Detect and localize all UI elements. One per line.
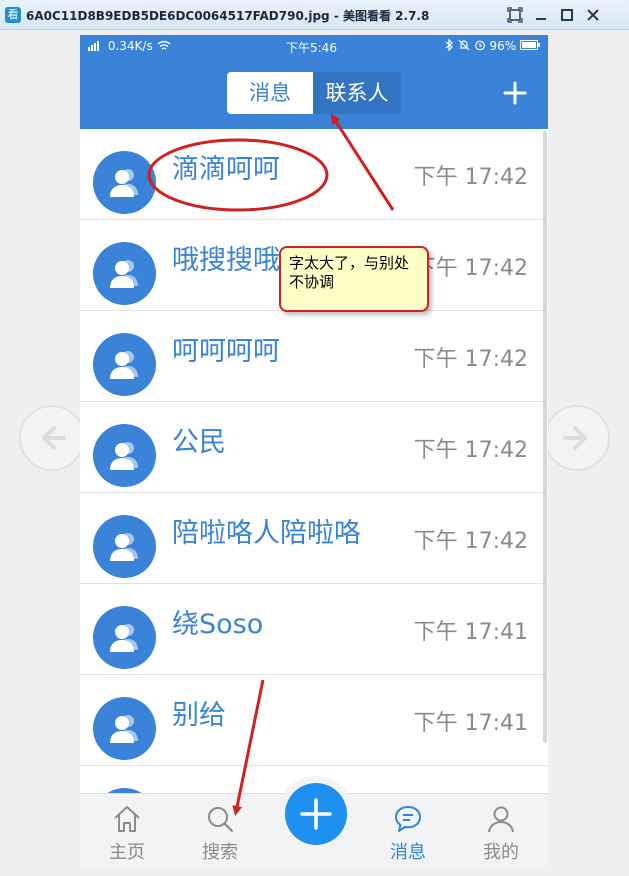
tab-messages-bottom[interactable]: 消息 bbox=[373, 794, 443, 867]
profile-icon bbox=[488, 806, 514, 833]
user-avatar-icon bbox=[110, 260, 138, 288]
home-icon bbox=[114, 806, 140, 832]
message-icon bbox=[395, 806, 421, 832]
tab-messages[interactable]: 消息 bbox=[227, 72, 313, 114]
avatar bbox=[93, 242, 156, 305]
next-image-button[interactable] bbox=[544, 405, 610, 471]
conversation-row[interactable]: 滴滴呵呵 下午 17:42 bbox=[80, 129, 548, 220]
message-time: 下午 17:42 bbox=[413, 256, 528, 281]
user-avatar-icon bbox=[110, 533, 138, 561]
network-speed: 0.34K/s bbox=[107, 39, 153, 53]
user-avatar-icon bbox=[110, 351, 138, 379]
mute-bell-icon bbox=[458, 39, 470, 51]
contact-name: 别给 bbox=[172, 700, 226, 731]
status-time: 下午5:46 bbox=[286, 41, 337, 55]
avatar bbox=[93, 333, 156, 396]
conversation-row[interactable]: 公民 下午 17:42 bbox=[80, 402, 548, 493]
tab-profile[interactable]: 我的 bbox=[466, 794, 536, 867]
message-time: 下午 17:41 bbox=[413, 620, 528, 645]
battery-icon bbox=[520, 40, 540, 50]
battery-percent: 96% bbox=[489, 39, 517, 53]
tab-home[interactable]: 主页 bbox=[92, 794, 162, 867]
contact-name: 陪啦咯人陪啦咯 bbox=[172, 518, 361, 549]
arrow-right-icon bbox=[563, 426, 587, 450]
message-time: 下午 17:42 bbox=[413, 347, 528, 372]
contact-name: 公民 bbox=[172, 427, 226, 458]
maximize-icon bbox=[561, 9, 573, 21]
conversation-list: 滴滴呵呵 下午 17:42 哦搜搜哦 下午 17:42 呵呵呵呵 下午 17:4… bbox=[80, 129, 548, 793]
window-title: 6A0C11D8B9EDB5DE6DC0064517FAD790.jpg - 美… bbox=[26, 9, 430, 23]
avatar bbox=[93, 151, 156, 214]
conversation-row[interactable]: 绕Soso 下午 17:41 bbox=[80, 584, 548, 675]
tab-search[interactable]: 搜索 bbox=[185, 794, 255, 867]
close-button[interactable] bbox=[584, 6, 602, 24]
app-header: 消息 联系人 bbox=[80, 59, 548, 129]
maximize-button[interactable] bbox=[558, 6, 576, 24]
avatar bbox=[93, 606, 156, 669]
arrow-left-icon bbox=[42, 426, 66, 450]
avatar bbox=[93, 515, 156, 578]
center-add-button[interactable] bbox=[285, 783, 347, 845]
add-button[interactable] bbox=[500, 78, 530, 108]
minimize-icon bbox=[536, 18, 546, 20]
message-time: 下午 17:41 bbox=[413, 711, 528, 736]
fit-screen-icon bbox=[507, 7, 523, 23]
contact-name: 呵呵呵呵 bbox=[172, 336, 280, 367]
bluetooth-icon bbox=[445, 38, 453, 52]
tab-search-label: 搜索 bbox=[202, 842, 238, 863]
signal-icon bbox=[88, 41, 99, 51]
scrollbar[interactable] bbox=[543, 131, 547, 743]
contact-name: 滴滴呵呵 bbox=[172, 154, 280, 185]
status-bar: 0.34K/s 下午5:46 96% bbox=[80, 35, 548, 59]
status-right: 96% bbox=[445, 38, 540, 53]
avatar bbox=[93, 424, 156, 487]
tab-contacts[interactable]: 联系人 bbox=[313, 72, 401, 114]
search-icon bbox=[208, 807, 234, 833]
contact-name: 绕Soso bbox=[172, 609, 264, 640]
message-time: 下午 17:42 bbox=[413, 529, 528, 554]
previous-image-button[interactable] bbox=[19, 405, 85, 471]
conversation-row[interactable]: 陪啦咯人陪啦咯 下午 17:42 bbox=[80, 493, 548, 584]
phone-screenshot: 0.34K/s 下午5:46 96% 消息 联系人 滴滴呵呵 下午 17:42 … bbox=[80, 35, 548, 867]
segmented-control: 消息 联系人 bbox=[227, 72, 401, 114]
contact-name: 哦搜搜哦 bbox=[172, 245, 280, 276]
plus-icon bbox=[300, 798, 332, 830]
message-time: 下午 17:42 bbox=[413, 438, 528, 463]
tab-messages-label: 消息 bbox=[390, 842, 426, 863]
bottom-tab-bar: 主页 搜索 消息 我的 bbox=[80, 776, 548, 867]
user-avatar-icon bbox=[110, 624, 138, 652]
tab-home-label: 主页 bbox=[109, 842, 145, 863]
status-left: 0.34K/s bbox=[88, 39, 171, 53]
conversation-row[interactable]: 别给 下午 17:41 bbox=[80, 675, 548, 766]
user-avatar-icon bbox=[110, 169, 138, 197]
app-icon: 看 bbox=[5, 7, 21, 23]
conversation-row[interactable]: 呵呵呵呵 下午 17:42 bbox=[80, 311, 548, 402]
tab-profile-label: 我的 bbox=[483, 842, 519, 863]
close-icon bbox=[587, 9, 599, 21]
message-time: 下午 17:42 bbox=[413, 165, 528, 190]
user-avatar-icon bbox=[110, 715, 138, 743]
alarm-icon bbox=[474, 40, 485, 51]
minimize-button[interactable] bbox=[532, 6, 550, 24]
plus-icon bbox=[503, 81, 527, 105]
wifi-icon bbox=[157, 41, 170, 50]
fit-screen-button[interactable] bbox=[506, 6, 524, 24]
user-avatar-icon bbox=[110, 442, 138, 470]
review-callout: 字太大了，与别处不协调 bbox=[279, 246, 429, 312]
viewer-titlebar: 看 6A0C11D8B9EDB5DE6DC0064517FAD790.jpg -… bbox=[0, 0, 629, 30]
avatar bbox=[93, 697, 156, 760]
